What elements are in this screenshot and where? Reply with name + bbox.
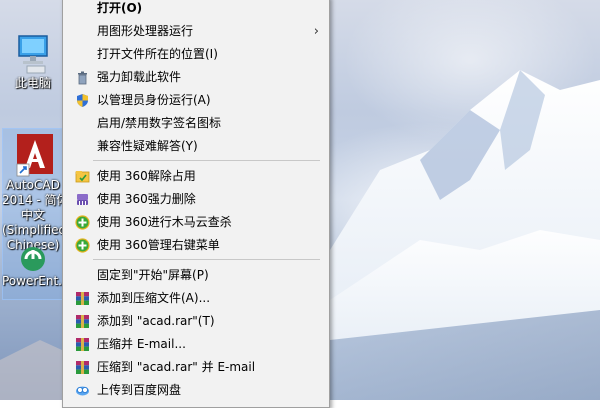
- menu-item-compress-to-acad-rar-email[interactable]: 压缩到 "acad.rar" 并 E-mail: [63, 356, 329, 379]
- winrar-icon: [76, 292, 89, 305]
- menu-item-360-force-delete[interactable]: 使用 360强力删除: [63, 188, 329, 211]
- menu-separator: [93, 259, 320, 260]
- desktop-icon-powerent[interactable]: PowerEnt...: [2, 244, 64, 289]
- desktop-icon-label-line: AutoCAD: [6, 178, 60, 192]
- menu-item-open-file-location[interactable]: 打开文件所在的位置(I): [63, 43, 329, 66]
- menu-item-force-uninstall[interactable]: 强力卸载此软件: [63, 66, 329, 89]
- chevron-right-icon: ›: [313, 24, 319, 39]
- menu-item-label: 压缩到 "acad.rar" 并 E-mail: [97, 360, 256, 374]
- menu-item-360-trojan-scan[interactable]: 使用 360进行木马云查杀: [63, 211, 329, 234]
- winrar-icon: [76, 361, 89, 374]
- menu-item-compress-and-email[interactable]: 压缩并 E-mail...: [63, 333, 329, 356]
- menu-item-label: 使用 360管理右键菜单: [97, 238, 220, 252]
- menu-item-label: 使用 360强力删除: [97, 192, 196, 206]
- winrar-icon: [76, 315, 89, 328]
- 360-unlock-icon: [75, 171, 90, 183]
- menu-item-troubleshoot-compat[interactable]: 兼容性疑难解答(Y): [63, 135, 329, 158]
- desktop-icon-this-pc[interactable]: 此电脑: [2, 32, 64, 91]
- menu-item-label: 使用 360进行木马云查杀: [97, 215, 232, 229]
- menu-item-label: 用图形处理器运行: [97, 24, 194, 38]
- desktop-icon-label-line: (Simplified: [2, 223, 64, 237]
- menu-item-open[interactable]: 打开(O): [63, 0, 329, 20]
- menu-separator: [93, 160, 320, 161]
- menu-item-label: 打开文件所在的位置(I): [97, 47, 218, 61]
- menu-item-360-manage-menu[interactable]: 使用 360管理右键菜单: [63, 234, 329, 257]
- winrar-icon: [76, 338, 89, 351]
- menu-item-label: 添加到 "acad.rar"(T): [97, 314, 215, 328]
- baidu-netdisk-icon: [76, 386, 89, 396]
- uac-shield-icon: [77, 94, 88, 107]
- menu-item-upload-baidu-netdisk[interactable]: 上传到百度网盘: [63, 379, 329, 402]
- 360-menu-icon: [75, 238, 90, 253]
- trash-icon: [78, 71, 87, 85]
- menu-item-label: 固定到"开始"屏幕(P): [97, 268, 209, 282]
- menu-item-pin-to-start[interactable]: 固定到"开始"屏幕(P): [63, 264, 329, 287]
- desktop-icon-label-line: 2014 - 简体: [2, 193, 64, 207]
- this-pc-icon: [18, 35, 48, 74]
- menu-item-label: 添加到压缩文件(A)...: [97, 291, 211, 305]
- menu-item-label: 强力卸载此软件: [97, 70, 182, 84]
- autocad-icon: [16, 134, 53, 177]
- menu-item-label: 压缩并 E-mail...: [97, 337, 186, 351]
- context-menu: 打开(O) 用图形处理器运行 › 打开文件所在的位置(I) 强力卸载此软件 以管…: [62, 0, 330, 408]
- menu-item-label: 打开(O): [97, 1, 143, 15]
- menu-item-toggle-signature-icon[interactable]: 启用/禁用数字签名图标: [63, 112, 329, 135]
- desktop-icon-label-line: 中文: [20, 208, 45, 222]
- menu-item-label: 兼容性疑难解答(Y): [97, 139, 198, 153]
- menu-item-label: 启用/禁用数字签名图标: [97, 116, 222, 130]
- desktop-icon-label: 此电脑: [14, 76, 51, 90]
- desktop-icon-label: PowerEnt...: [2, 274, 64, 288]
- menu-item-label: 使用 360解除占用: [97, 169, 196, 183]
- 360-scan-icon: [75, 215, 90, 230]
- menu-item-360-unlock[interactable]: 使用 360解除占用: [63, 165, 329, 188]
- 360-shred-icon: [77, 194, 88, 205]
- desktop-icon-autocad[interactable]: AutoCAD 2014 - 简体 中文 (Simplified Chinese…: [2, 132, 64, 253]
- powerent-icon: [21, 247, 45, 271]
- menu-item-add-to-archive[interactable]: 添加到压缩文件(A)...: [63, 287, 329, 310]
- menu-item-label: 上传到百度网盘: [97, 383, 182, 397]
- menu-item-label: 以管理员身份运行(A): [97, 93, 211, 107]
- menu-item-run-with-gpu[interactable]: 用图形处理器运行 ›: [63, 20, 329, 43]
- menu-item-add-to-acad-rar[interactable]: 添加到 "acad.rar"(T): [63, 310, 329, 333]
- menu-item-run-as-admin[interactable]: 以管理员身份运行(A): [63, 89, 329, 112]
